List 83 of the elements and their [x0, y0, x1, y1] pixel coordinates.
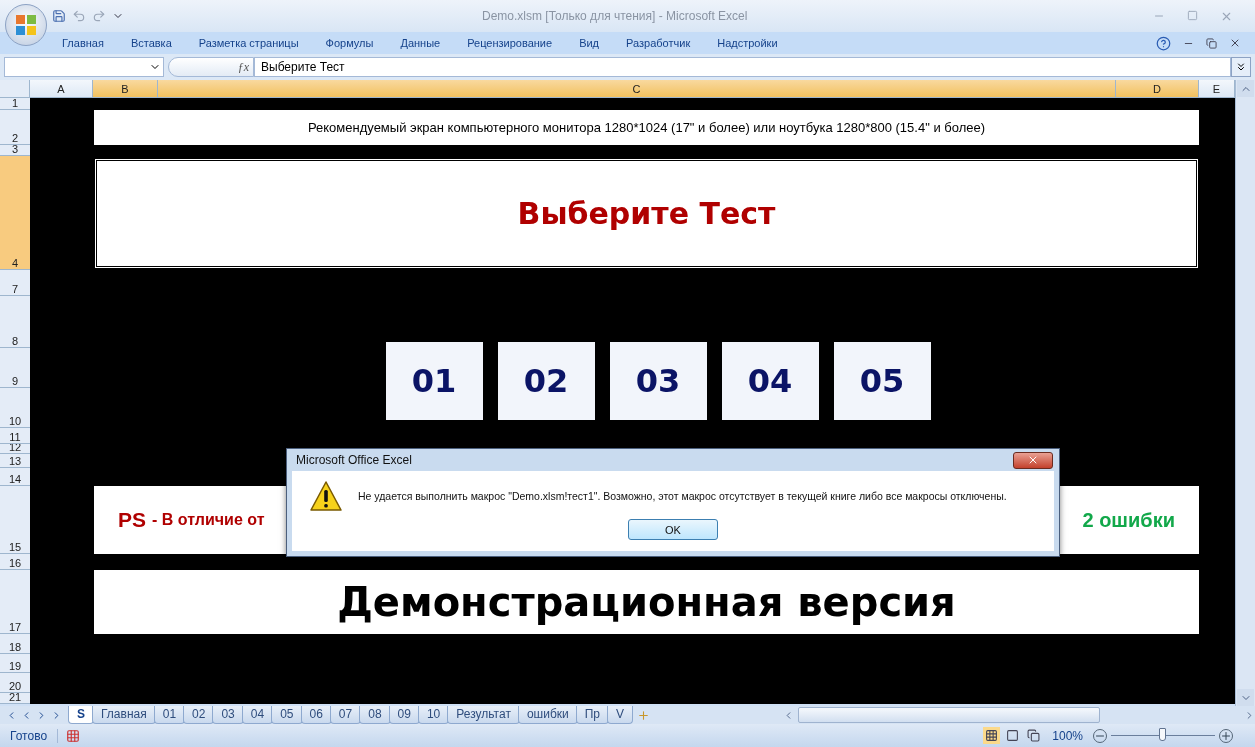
function-button[interactable]: ƒx — [168, 57, 254, 77]
recommendation-note: Рекомендуемый экран компьютерного монитора 1280*1024 (17" и более) или ноутбука 1280*800 (15.4" и более) — [94, 110, 1199, 145]
ribbon-tab[interactable]: Надстройки — [717, 37, 778, 49]
sheet-title: Выберите Тест — [94, 158, 1199, 269]
row-header[interactable]: 2 — [0, 110, 30, 145]
column-header[interactable]: E — [1199, 80, 1235, 98]
window-title: Demo.xlsm [Только для чтения] - Microsoft Excel — [482, 9, 749, 23]
ribbon-tab[interactable]: Разработчик — [626, 37, 691, 49]
vertical-scrollbar[interactable] — [1235, 80, 1255, 706]
sheet-tab[interactable]: Главная — [92, 706, 156, 724]
scroll-thumb[interactable] — [798, 707, 1100, 723]
ps-label: PS — [118, 508, 146, 532]
ribbon-tab[interactable]: Вид — [579, 37, 600, 49]
row-header[interactable]: 16 — [0, 554, 30, 570]
row-header[interactable]: 11 — [0, 428, 30, 444]
normal-view-icon[interactable] — [983, 727, 1001, 744]
row-header[interactable]: 1 — [0, 98, 30, 110]
dialog-message: Не удается выполнить макрос "Demo.xlsm!тест1". Возможно, этот макрос отсутствует в текущей книге либо все макросы отключены. — [358, 490, 1007, 502]
sheet-tab[interactable]: Пр — [575, 706, 610, 724]
ribbon-tab[interactable]: Формулы — [325, 37, 374, 49]
restore-icon[interactable] — [1206, 37, 1217, 49]
select-all-corner[interactable] — [0, 80, 30, 98]
row-header[interactable]: 13 — [0, 454, 30, 468]
new-sheet-icon[interactable] — [637, 708, 651, 722]
expand-icon[interactable] — [1231, 57, 1251, 77]
redo-icon[interactable] — [92, 9, 106, 23]
row-header[interactable]: 10 — [0, 388, 30, 428]
undo-icon[interactable] — [72, 9, 86, 23]
warning-icon — [310, 481, 342, 511]
row-header[interactable]: 9 — [0, 348, 30, 388]
ps-text: - В отличие от — [152, 511, 265, 529]
ok-button[interactable]: OK — [628, 519, 718, 540]
sheet-tab[interactable]: 08 — [359, 706, 391, 724]
scroll-down-icon[interactable] — [1237, 689, 1254, 706]
sheet-tab[interactable]: Результат — [447, 706, 520, 724]
column-header[interactable]: C — [158, 80, 1116, 98]
close-icon[interactable] — [1229, 37, 1241, 49]
test-button[interactable]: 03 — [609, 342, 707, 420]
column-header[interactable]: A — [30, 80, 93, 98]
zoom-thumb[interactable] — [1159, 728, 1166, 741]
row-header[interactable]: 7 — [0, 270, 30, 296]
test-button[interactable]: 02 — [497, 342, 595, 420]
status-text: Готово — [0, 728, 59, 743]
sheet-tab[interactable]: ошибки — [517, 706, 578, 724]
ribbon-tab[interactable]: Данные — [400, 37, 441, 49]
ribbon-tab[interactable]: Вставка — [130, 37, 172, 49]
maximize-icon[interactable] — [1187, 9, 1198, 23]
demo-banner: Демонстрационная версия — [94, 570, 1199, 634]
ribbon-tab[interactable]: Главная — [62, 37, 104, 49]
dialog-title: Microsoft Office Excel — [296, 453, 413, 467]
row-header[interactable]: 17 — [0, 570, 30, 634]
errors-count-text: 2 ошибки — [1082, 508, 1175, 532]
ribbon-tab[interactable]: Рецензирование — [467, 37, 553, 49]
close-icon — [1027, 454, 1039, 466]
test-button[interactable]: 01 — [385, 342, 483, 420]
sheet-tab[interactable]: V — [607, 706, 634, 724]
ribbon-tab[interactable]: Разметка страницы — [198, 37, 299, 49]
sheet-tab[interactable]: 03 — [212, 706, 244, 724]
sheet-tab[interactable]: 02 — [183, 706, 215, 724]
row-header[interactable]: 21 — [0, 693, 30, 704]
row-header[interactable]: 8 — [0, 296, 30, 348]
row-header[interactable]: 3 — [0, 145, 30, 156]
office-logo[interactable] — [15, 14, 37, 36]
test-button[interactable]: 05 — [833, 342, 931, 420]
dialog-close-button[interactable] — [1013, 451, 1053, 469]
column-header[interactable]: B — [93, 80, 158, 98]
name-box[interactable] — [4, 57, 164, 77]
sheet-tab[interactable]: 05 — [271, 706, 303, 724]
row-header[interactable]: 18 — [0, 634, 30, 654]
row-header[interactable]: 14 — [0, 468, 30, 486]
column-header[interactable]: D — [1116, 80, 1199, 98]
row-header[interactable]: 19 — [0, 654, 30, 673]
horizontal-scrollbar[interactable] — [783, 707, 1255, 723]
test-button[interactable]: 04 — [721, 342, 819, 420]
scroll-up-icon[interactable] — [1237, 80, 1254, 97]
help-icon[interactable] — [1156, 35, 1171, 51]
formula-field[interactable]: Выберите Тест — [254, 57, 1231, 77]
row-header[interactable]: 4 — [0, 156, 30, 270]
row-header[interactable]: 20 — [0, 673, 30, 693]
zoom-level[interactable]: 100% — [1042, 728, 1093, 743]
sheet-tab[interactable]: S — [68, 706, 94, 724]
save-icon[interactable] — [52, 9, 66, 23]
row-header[interactable]: 15 — [0, 486, 30, 554]
